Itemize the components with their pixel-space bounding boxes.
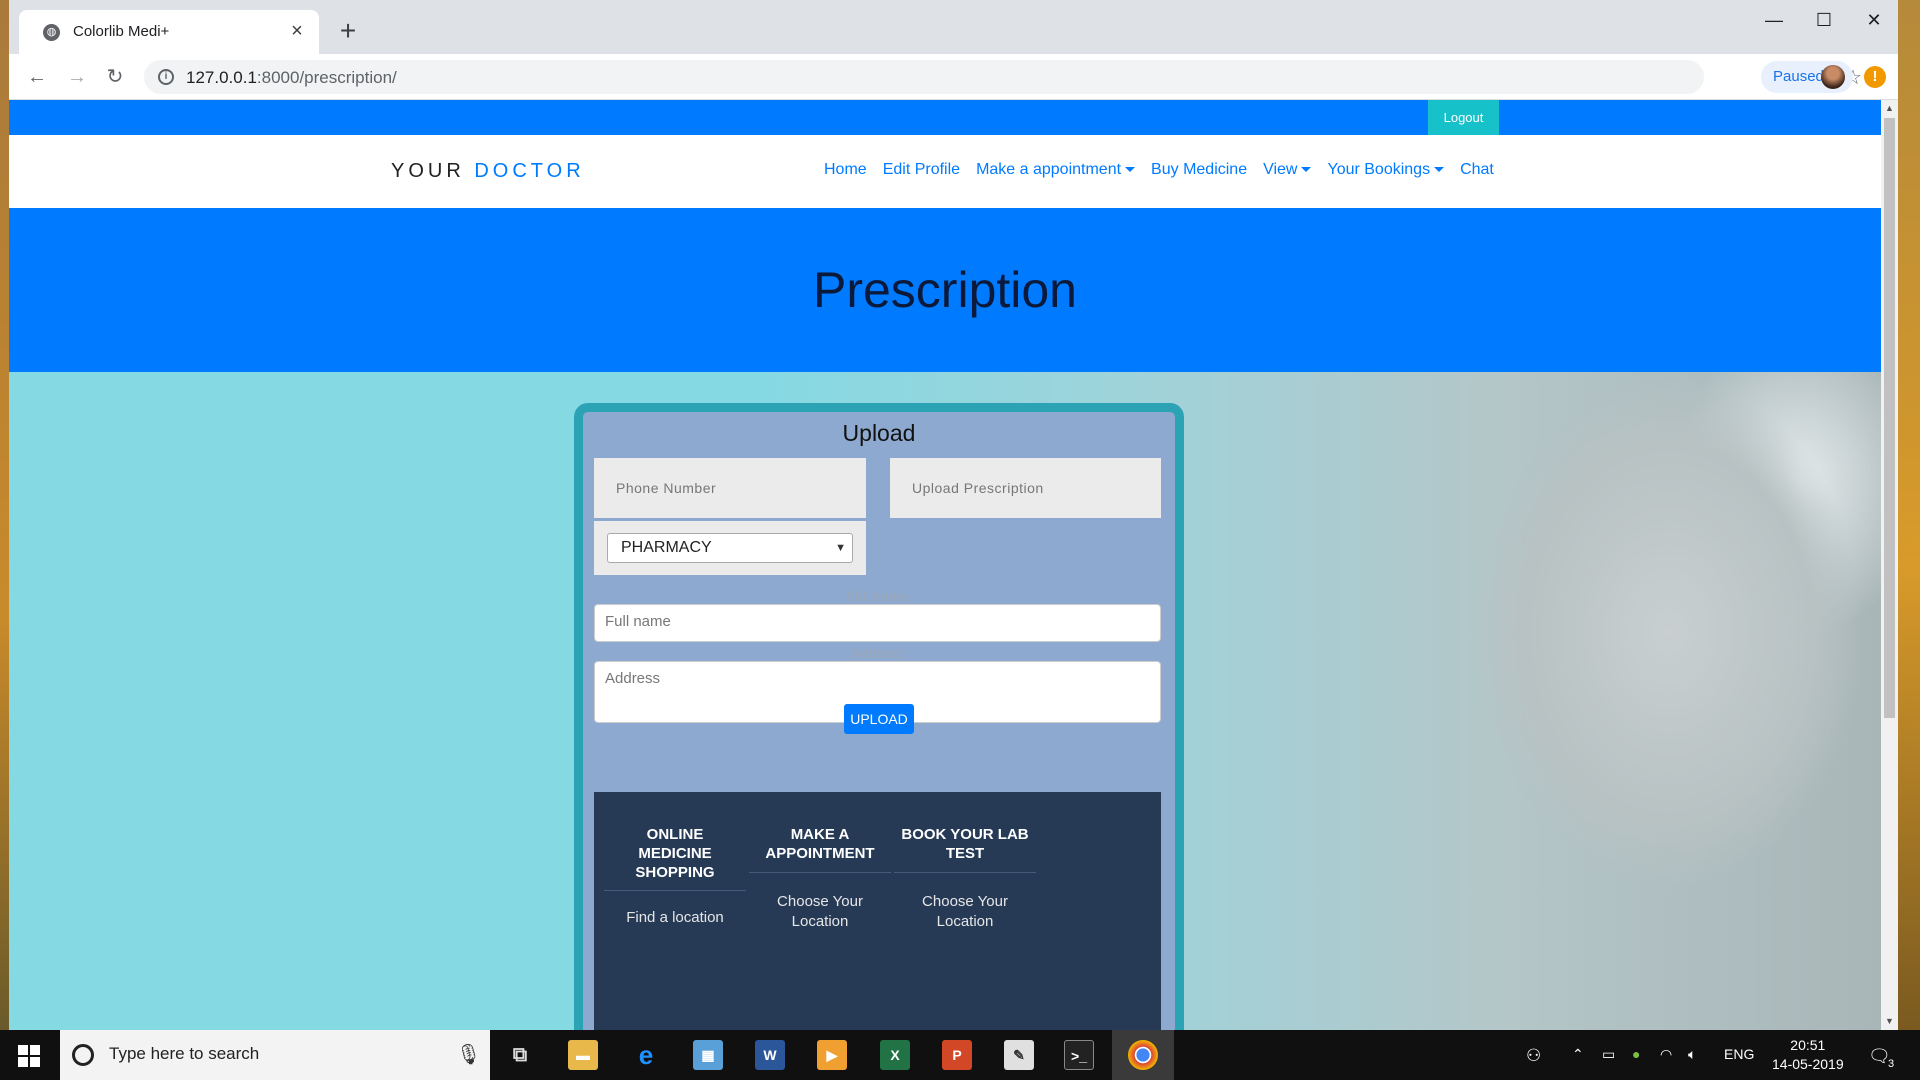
chrome-icon[interactable] (1128, 1040, 1158, 1070)
desktop-wallpaper-left (0, 0, 9, 1030)
cortana-icon (72, 1044, 94, 1066)
powerpoint-icon[interactable]: P (942, 1040, 972, 1070)
services-footer: ONLINE MEDICINE SHOPPING Find a location… (594, 792, 1161, 1030)
profile-button[interactable]: Paused (1761, 61, 1853, 93)
taskbar-search[interactable]: Type here to search 🎙︎ (60, 1030, 490, 1080)
word-icon[interactable]: W (755, 1040, 785, 1070)
search-placeholder: Type here to search (109, 1044, 260, 1063)
chevron-up-icon[interactable]: ⌃ (1572, 1046, 1584, 1063)
browser-window: ◍ Colorlib Medi+ × + — ☐ ✕ ← → ↻ i 127.0… (9, 0, 1898, 1030)
windows-start-icon[interactable] (18, 1045, 40, 1067)
browser-tab[interactable]: ◍ Colorlib Medi+ × (19, 10, 319, 54)
hero-banner: Prescription (9, 208, 1881, 372)
avatar (1821, 65, 1845, 89)
service-heading: MAKE A APPOINTMENT (765, 826, 875, 862)
wifi-icon[interactable]: ◠ (1660, 1046, 1672, 1063)
fullname-label: Full name: (846, 588, 912, 604)
update-alert-icon[interactable]: ! (1864, 66, 1886, 88)
service-link[interactable]: Choose Your Location (749, 892, 891, 932)
dropdown-caret-icon (1434, 167, 1445, 173)
windows-taskbar: Type here to search 🎙︎ ⧉ ▬ e ▦ W ▶ X P ✎… (0, 1030, 1920, 1080)
upload-button[interactable]: UPLOAD (844, 704, 914, 734)
control-panel-icon[interactable]: ▦ (693, 1040, 723, 1070)
info-icon[interactable]: i (158, 69, 174, 85)
profile-status: Paused (1773, 68, 1824, 85)
file-explorer-icon[interactable]: ▬ (568, 1040, 598, 1070)
scroll-down-arrow-icon[interactable]: ▼ (1881, 1013, 1898, 1030)
nav-view[interactable]: View (1263, 161, 1312, 179)
service-link[interactable]: Find a location (604, 908, 746, 928)
phone-number-input[interactable]: Phone Number (594, 458, 866, 518)
scroll-thumb[interactable] (1884, 118, 1895, 718)
desktop-wallpaper-right (1898, 0, 1920, 1030)
address-bar[interactable]: i 127.0.0.1:8000/prescription/ 🔍︎ ☆ (144, 60, 1862, 94)
nav-links: Home Edit Profile Make a appointment Buy… (824, 161, 1494, 179)
volume-icon[interactable]: 🔈︎ (1688, 1046, 1696, 1063)
battery-icon[interactable]: ▭ (1602, 1046, 1615, 1063)
navbar: YOUR DOCTOR Home Edit Profile Make a app… (9, 135, 1881, 208)
service-link[interactable]: Choose Your Location (894, 892, 1036, 932)
divider (894, 872, 1036, 873)
clock[interactable]: 20:51 14-05-2019 (1772, 1036, 1844, 1074)
scroll-up-arrow-icon[interactable]: ▲ (1881, 100, 1898, 117)
divider (749, 872, 891, 873)
page-scrollbar[interactable]: ▲ ▼ (1881, 100, 1898, 1030)
back-icon[interactable]: ← (23, 63, 51, 91)
terminal-icon[interactable]: >_ (1064, 1040, 1094, 1070)
brand-logo[interactable]: YOUR DOCTOR (391, 160, 585, 183)
maximize-button[interactable]: ☐ (1801, 6, 1847, 34)
divider (604, 890, 746, 891)
globe-icon: ◍ (43, 24, 60, 41)
nav-make-appointment[interactable]: Make a appointment (976, 161, 1136, 179)
address-label: Address: (851, 645, 907, 661)
notification-count: 3 (1888, 1058, 1895, 1070)
fullname-input[interactable]: Full name (594, 604, 1161, 642)
service-heading: BOOK YOUR LAB TEST (901, 826, 1029, 862)
nav-chat[interactable]: Chat (1460, 161, 1494, 179)
service-heading: ONLINE MEDICINE SHOPPING (635, 826, 715, 881)
dropdown-caret-icon (1301, 167, 1312, 173)
document-icon[interactable]: ✎ (1004, 1040, 1034, 1070)
upload-form-card: Upload Phone Number Upload Prescription … (574, 403, 1184, 1030)
close-window-button[interactable]: ✕ (1851, 6, 1897, 34)
logout-button[interactable]: Logout (1428, 100, 1499, 135)
elderly-woman-photo (1339, 372, 1881, 1030)
edge-icon[interactable]: e (631, 1040, 661, 1070)
pharmacy-select[interactable]: PHARMACY ▼ (607, 533, 853, 563)
chevron-down-icon: ▼ (835, 542, 846, 554)
tab-title: Colorlib Medi+ (73, 23, 170, 40)
nav-home[interactable]: Home (824, 161, 867, 179)
forward-icon[interactable]: → (63, 63, 91, 91)
pharmacy-select-wrapper: PHARMACY ▼ (594, 521, 866, 575)
excel-icon[interactable]: X (880, 1040, 910, 1070)
form-title: Upload (842, 420, 916, 446)
top-bar: Logout (9, 100, 1881, 135)
page-title: Prescription (813, 262, 1077, 318)
nav-your-bookings[interactable]: Your Bookings (1327, 161, 1445, 179)
task-view-icon[interactable]: ⧉ (505, 1040, 535, 1070)
minimize-button[interactable]: — (1751, 6, 1797, 34)
language-indicator[interactable]: ENG (1724, 1046, 1754, 1062)
media-player-icon[interactable]: ▶ (817, 1040, 847, 1070)
upload-prescription-input[interactable]: Upload Prescription (890, 458, 1161, 518)
people-icon[interactable]: ⚇ (1526, 1046, 1541, 1066)
security-icon[interactable]: ● (1632, 1046, 1640, 1062)
browser-toolbar: ← → ↻ i 127.0.0.1:8000/prescription/ 🔍︎ … (9, 54, 1898, 100)
page-viewport: Logout YOUR DOCTOR Home Edit Profile Mak… (9, 100, 1881, 1030)
nav-buy-medicine[interactable]: Buy Medicine (1151, 161, 1247, 179)
close-tab-icon[interactable]: × (285, 19, 309, 43)
url-text: 127.0.0.1:8000/prescription/ (186, 68, 397, 87)
reload-icon[interactable]: ↻ (101, 63, 129, 91)
tab-strip: ◍ Colorlib Medi+ × + — ☐ ✕ (9, 0, 1898, 54)
nav-edit-profile[interactable]: Edit Profile (883, 161, 960, 179)
microphone-icon[interactable]: 🎙︎ (456, 1042, 481, 1067)
dropdown-caret-icon (1125, 167, 1136, 173)
new-tab-button[interactable]: + (334, 17, 362, 45)
